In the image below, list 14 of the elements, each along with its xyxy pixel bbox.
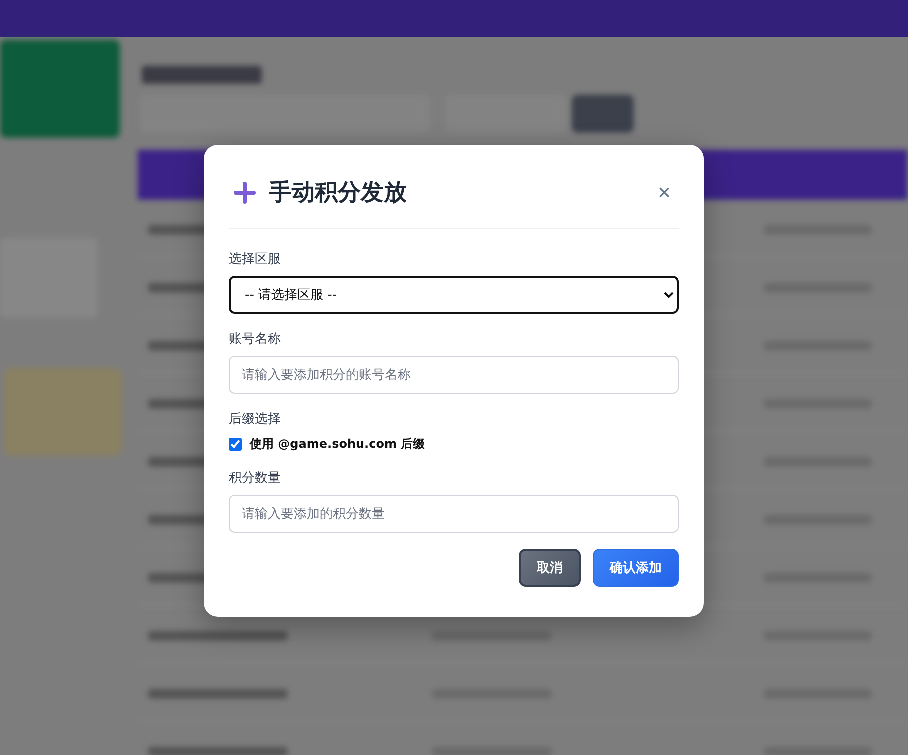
server-select[interactable]: -- 请选择区服 --: [229, 276, 679, 314]
input-field[interactable]: 请输入要添加的积分数量: [229, 495, 679, 533]
field-label: 账号名称: [229, 331, 282, 348]
input-field[interactable]: 请输入要添加积分的账号名称: [229, 356, 679, 394]
close-button[interactable]: ×: [650, 182, 679, 204]
field-label: 选择区服: [229, 251, 282, 268]
confirm-button[interactable]: 确认添加: [593, 549, 679, 587]
plus-icon: [233, 180, 257, 204]
cancel-button[interactable]: 取消: [519, 549, 581, 587]
dialog-title: 手动积分发放: [269, 179, 408, 208]
checkbox[interactable]: [229, 438, 242, 451]
checkbox-label: 使用 @game.sohu.com 后缀: [250, 436, 426, 453]
field-label: 积分数量: [229, 470, 282, 487]
field-label: 后缀选择: [229, 411, 282, 428]
